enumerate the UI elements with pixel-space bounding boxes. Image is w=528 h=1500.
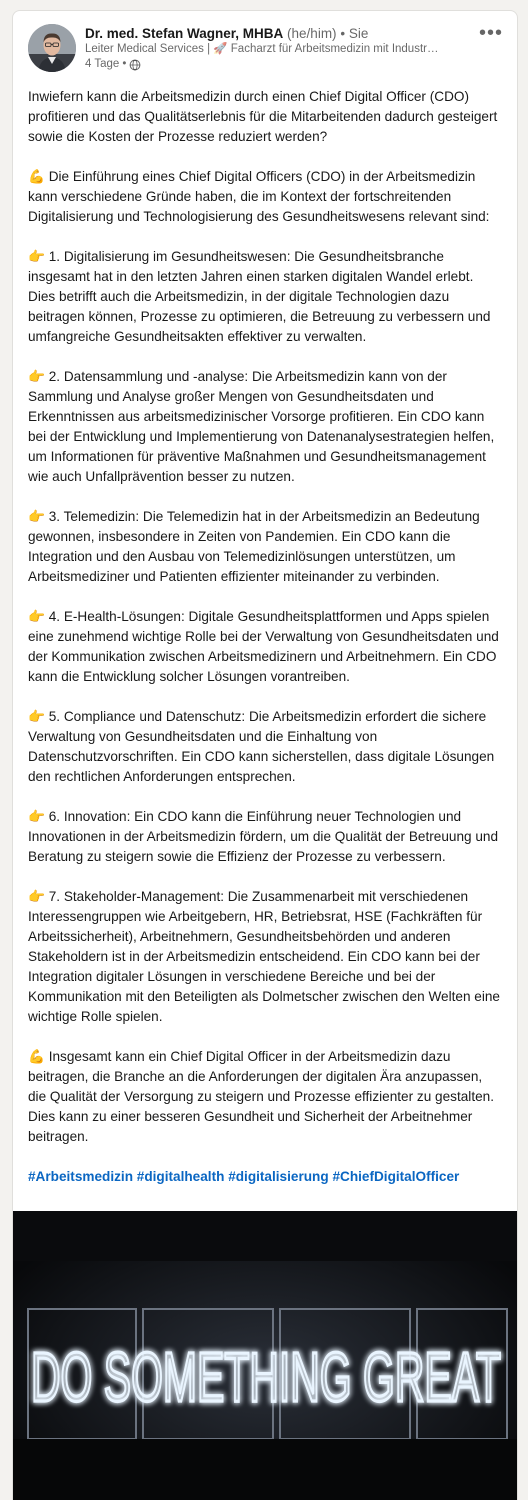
post-point: 👉 2. Datensammlung und -analyse: Die Arb… — [28, 369, 495, 484]
connection-degree: Sie — [348, 26, 369, 41]
post-point: 👉 6. Innovation: Ein CDO kann die Einfüh… — [28, 809, 499, 864]
backhand-index-pointing-right-icon: 👉 — [28, 709, 45, 725]
post-point: 👉 1. Digitalisierung im Gesundheitswesen… — [28, 249, 491, 344]
post-intro: Inwiefern kann die Arbeitsmedizin durch … — [28, 89, 498, 144]
hashtag-link[interactable]: #digitalhealth — [137, 1169, 225, 1184]
backhand-index-pointing-right-icon: 👉 — [28, 249, 45, 265]
author-name-line: Dr. med. Stefan Wagner, MHBA (he/him) • … — [85, 25, 465, 42]
hashtag-link[interactable]: #Arbeitsmedizin — [28, 1169, 133, 1184]
backhand-index-pointing-right-icon: 👉 — [28, 369, 45, 385]
backhand-index-pointing-right-icon: 👉 — [28, 889, 45, 905]
neon-sign-illustration: DO SOMETHING GREAT — [13, 1211, 517, 1500]
post-point: 👉 3. Telemedizin: Die Telemedizin hat in… — [28, 509, 480, 584]
post-image[interactable]: DO SOMETHING GREAT — [13, 1211, 517, 1500]
flexed-biceps-icon: 💪 — [28, 1049, 45, 1065]
post-point: 👉 7. Stakeholder-Management: Die Zusamme… — [28, 889, 500, 1024]
hashtag-link[interactable]: #ChiefDigitalOfficer — [332, 1169, 459, 1184]
separator-dot: • — [122, 58, 127, 70]
author-avatar[interactable] — [28, 24, 76, 72]
post-point: 👉 5. Compliance und Datenschutz: Die Arb… — [28, 709, 495, 784]
post-point: 👉 4. E-Health-Lösungen: Digitale Gesundh… — [28, 609, 499, 684]
post-lead: 💪 Die Einführung eines Chief Digital Off… — [28, 169, 490, 224]
author-pronouns: (he/him) — [287, 26, 337, 41]
hashtag-list: #Arbeitsmedizin #digitalhealth #digitali… — [28, 1167, 502, 1187]
hashtag-link[interactable]: #digitalisierung — [228, 1169, 328, 1184]
post-meta: 4 Tage • — [85, 57, 465, 72]
backhand-index-pointing-right-icon: 👉 — [28, 809, 45, 825]
more-horizontal-icon: ••• — [478, 22, 503, 44]
neon-text: DO SOMETHING GREAT — [31, 1338, 501, 1416]
author-headline: Leiter Medical Services | 🚀 Facharzt für… — [85, 43, 439, 55]
post-conclusion: 💪 Insgesamt kann ein Chief Digital Offic… — [28, 1049, 494, 1144]
author-name[interactable]: Dr. med. Stefan Wagner, MHBA — [85, 26, 283, 41]
backhand-index-pointing-right-icon: 👉 — [28, 509, 45, 525]
author-info: Dr. med. Stefan Wagner, MHBA (he/him) • … — [85, 25, 465, 72]
globe-icon — [129, 59, 141, 70]
more-options-button[interactable]: ••• — [477, 23, 505, 43]
post-header: Dr. med. Stefan Wagner, MHBA (he/him) • … — [13, 11, 517, 81]
backhand-index-pointing-right-icon: 👉 — [28, 609, 45, 625]
post-body: Inwiefern kann die Arbeitsmedizin durch … — [13, 81, 517, 1187]
post-time: 4 Tage — [85, 58, 120, 70]
flexed-biceps-icon: 💪 — [28, 169, 45, 185]
separator-dot: • — [340, 26, 346, 41]
feed-post: Dr. med. Stefan Wagner, MHBA (he/him) • … — [12, 10, 518, 1500]
